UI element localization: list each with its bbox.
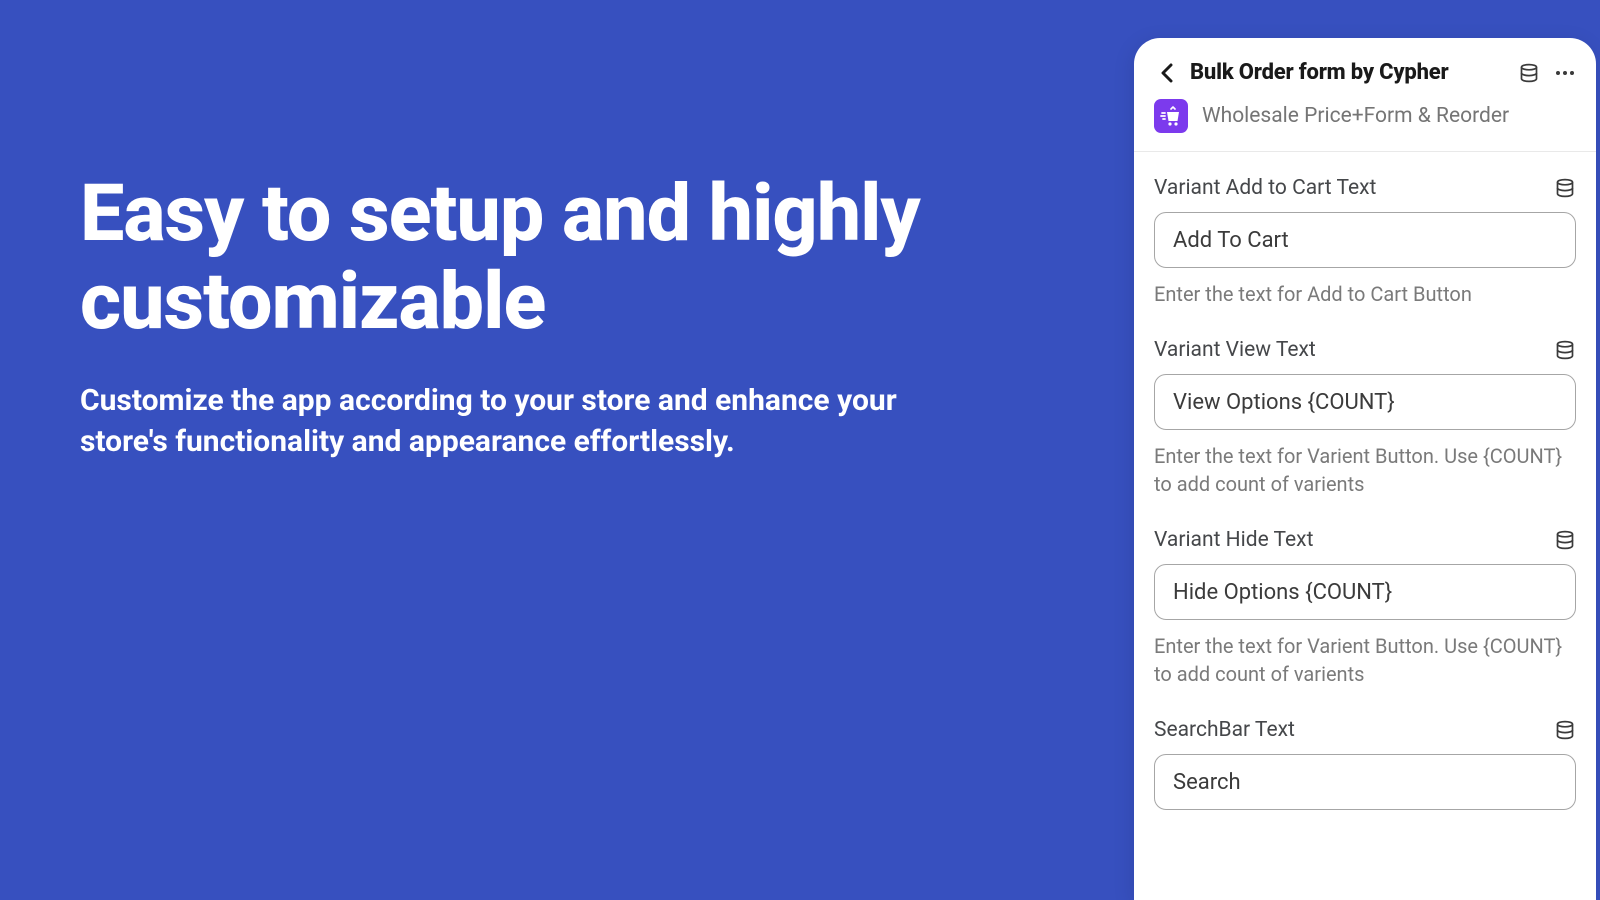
view-text-input[interactable] — [1154, 374, 1576, 430]
app-name: Wholesale Price+Form & Reorder — [1202, 104, 1509, 128]
field-label: SearchBar Text — [1154, 718, 1295, 742]
field-searchbar-text: SearchBar Text — [1154, 718, 1576, 810]
database-icon[interactable] — [1554, 177, 1576, 199]
panel-header: Bulk Order form by Cypher — [1134, 38, 1596, 99]
searchbar-text-input[interactable] — [1154, 754, 1576, 810]
field-view-text: Variant View Text Enter the text for Var… — [1154, 338, 1576, 498]
panel-title: Bulk Order form by Cypher — [1190, 60, 1504, 85]
field-label: Variant View Text — [1154, 338, 1316, 362]
more-icon[interactable] — [1554, 62, 1576, 84]
add-to-cart-input[interactable] — [1154, 212, 1576, 268]
field-help: Enter the text for Add to Cart Button — [1154, 280, 1576, 308]
database-icon[interactable] — [1518, 62, 1540, 84]
field-hide-text: Variant Hide Text Enter the text for Var… — [1154, 528, 1576, 688]
field-label: Variant Hide Text — [1154, 528, 1313, 552]
database-icon[interactable] — [1554, 719, 1576, 741]
panel-subheader: Wholesale Price+Form & Reorder — [1134, 99, 1596, 151]
hero-title: Easy to setup and highly customizable — [80, 170, 1074, 347]
chevron-left-icon[interactable] — [1156, 63, 1176, 83]
database-icon[interactable] — [1554, 339, 1576, 361]
hide-text-input[interactable] — [1154, 564, 1576, 620]
field-add-to-cart: Variant Add to Cart Text Enter the text … — [1154, 176, 1576, 308]
settings-panel: Bulk Order form by Cypher — [1134, 38, 1596, 900]
field-help: Enter the text for Varient Button. Use {… — [1154, 442, 1576, 498]
app-icon — [1154, 99, 1188, 133]
field-help: Enter the text for Varient Button. Use {… — [1154, 632, 1576, 688]
field-label: Variant Add to Cart Text — [1154, 176, 1376, 200]
database-icon[interactable] — [1554, 529, 1576, 551]
hero-subtitle: Customize the app according to your stor… — [80, 381, 940, 463]
